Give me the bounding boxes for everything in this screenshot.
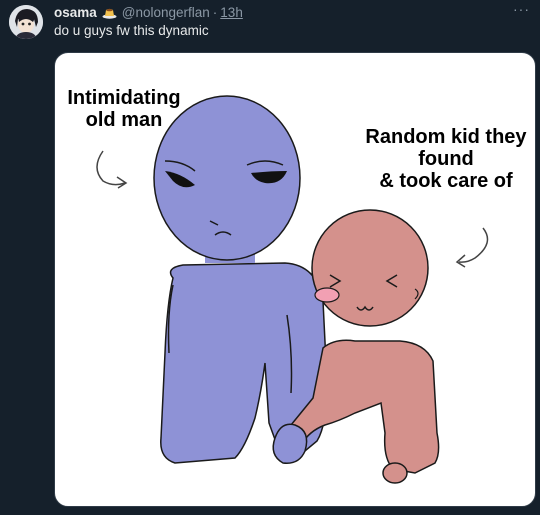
pudding-emoji-icon [102,6,117,19]
old-man-figure [153,95,328,464]
author-handle[interactable]: @nolongerflan [122,5,210,20]
tweet[interactable]: osama @nolongerflan · 13h ··· do u guys … [0,0,540,515]
author-name[interactable]: osama [54,5,97,20]
tweet-text: do u guys fw this dynamic [54,23,209,38]
timestamp-link[interactable]: 13h [220,5,243,20]
tweet-image[interactable]: Intimidating old man Random kid they fou… [54,52,536,507]
tweet-header: osama @nolongerflan · 13h [54,3,243,21]
label-random-kid: Random kid they found & took care of [365,126,527,192]
author-avatar[interactable] [9,5,43,39]
separator-dot: · [212,4,218,20]
old-man-hand [272,423,308,464]
label-intimidating-old-man: Intimidating old man [67,87,181,131]
more-options-icon[interactable]: ··· [513,1,530,17]
